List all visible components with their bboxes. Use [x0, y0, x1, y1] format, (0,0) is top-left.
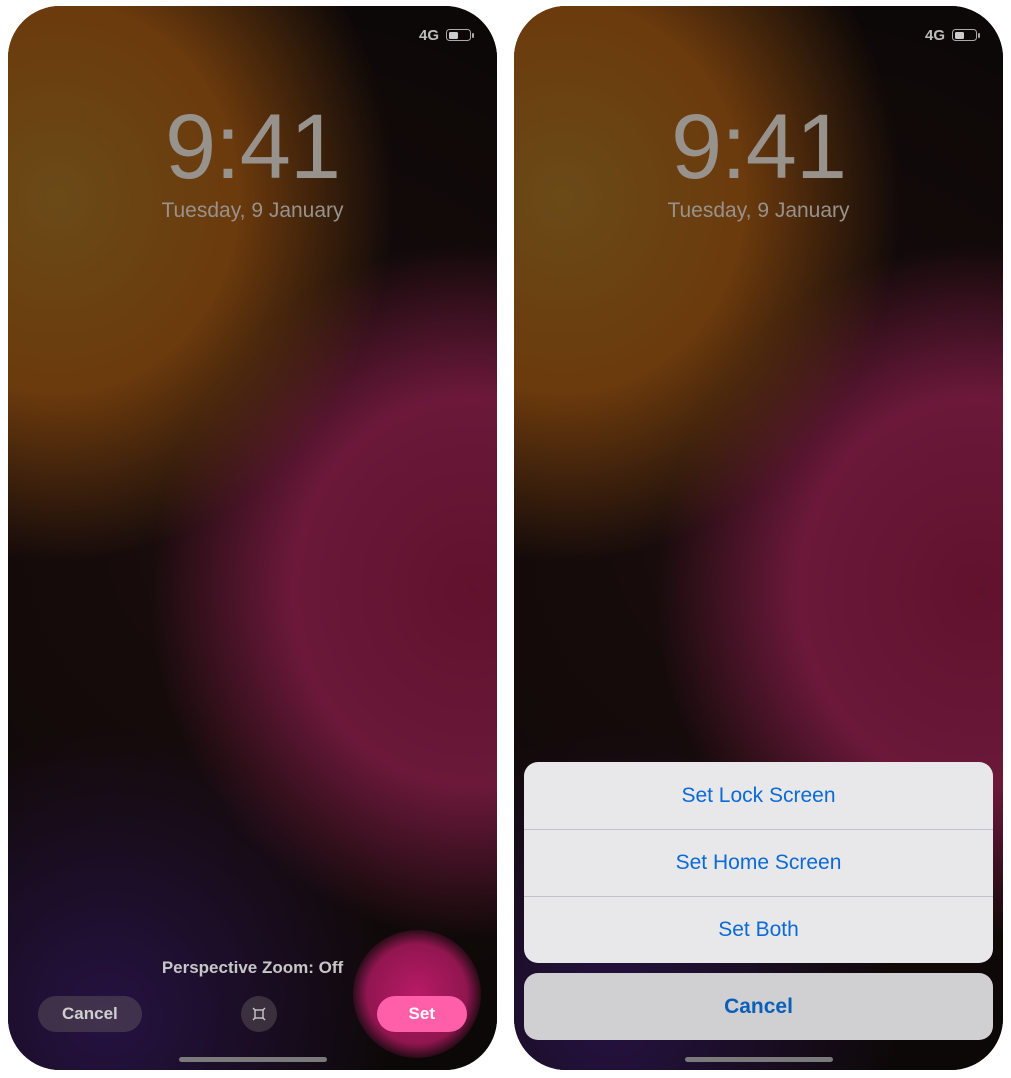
lock-clock: 9:41 Tuesday, 9 January — [8, 101, 497, 223]
phone-left-wallpaper-preview: 4G 9:41 Tuesday, 9 January Perspective Z… — [8, 6, 497, 1070]
clock-date: Tuesday, 9 January — [8, 199, 497, 223]
network-label: 4G — [419, 27, 439, 44]
battery-icon — [952, 29, 977, 41]
wallpaper-bottom-controls: Perspective Zoom: Off Cancel Set — [8, 958, 497, 1070]
network-label: 4G — [925, 27, 945, 44]
action-sheet-cancel-button[interactable]: Cancel — [524, 973, 993, 1040]
home-indicator[interactable] — [685, 1057, 833, 1062]
set-home-screen-button[interactable]: Set Home Screen — [524, 829, 993, 896]
action-sheet-options: Set Lock Screen Set Home Screen Set Both — [524, 762, 993, 963]
perspective-toggle-button[interactable] — [241, 996, 277, 1032]
perspective-icon — [251, 1006, 267, 1022]
clock-time: 9:41 — [8, 101, 497, 193]
lock-clock: 9:41 Tuesday, 9 January — [514, 101, 1003, 223]
cancel-button[interactable]: Cancel — [38, 996, 142, 1032]
action-sheet: Set Lock Screen Set Home Screen Set Both… — [524, 762, 993, 1050]
set-lock-screen-button[interactable]: Set Lock Screen — [524, 762, 993, 829]
status-bar: 4G — [8, 20, 497, 50]
home-indicator[interactable] — [179, 1057, 327, 1062]
set-both-button[interactable]: Set Both — [524, 896, 993, 963]
perspective-zoom-label: Perspective Zoom: Off — [38, 958, 467, 978]
battery-icon — [446, 29, 471, 41]
phone-right-action-sheet: 4G 9:41 Tuesday, 9 January Set Lock Scre… — [514, 6, 1003, 1070]
status-bar: 4G — [514, 20, 1003, 50]
action-sheet-cancel-group: Cancel — [524, 973, 993, 1040]
clock-date: Tuesday, 9 January — [514, 199, 1003, 223]
set-button[interactable]: Set — [377, 996, 467, 1032]
clock-time: 9:41 — [514, 101, 1003, 193]
control-row: Cancel Set — [38, 996, 467, 1032]
